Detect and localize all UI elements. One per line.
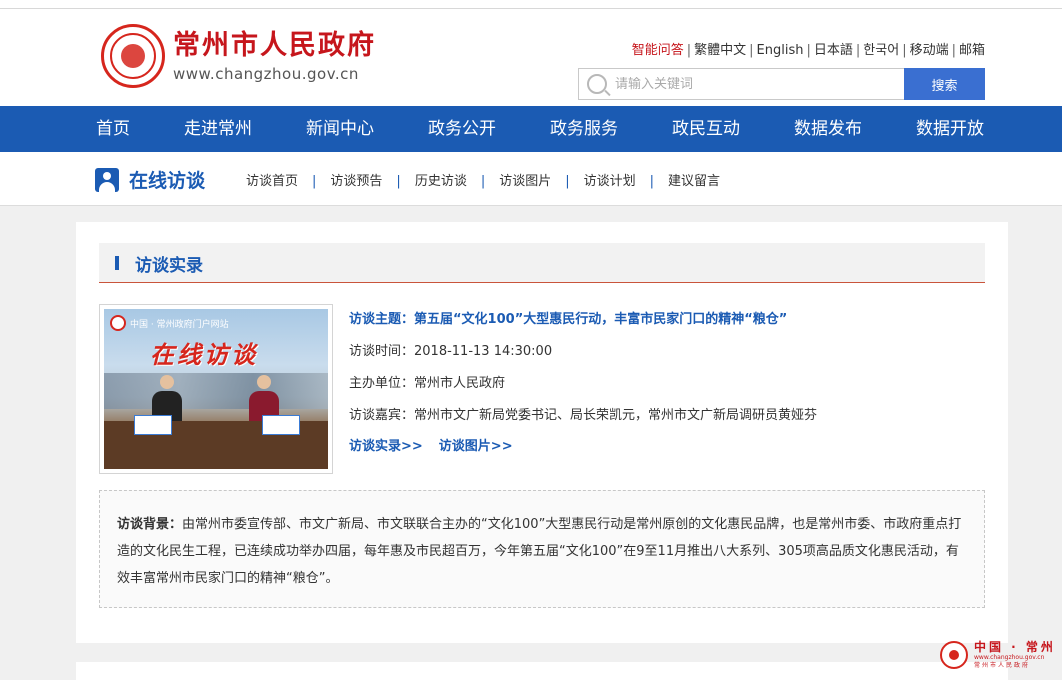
nav-item-gov-services[interactable]: 政务服务 <box>550 106 618 152</box>
divider: | <box>480 174 486 189</box>
corner-logo-subtitle: 常州市人民政府 <box>974 662 1031 669</box>
nav-item-about-changzhou[interactable]: 走进常州 <box>184 106 252 152</box>
nav-item-home[interactable]: 首页 <box>96 106 130 152</box>
subnav-item-interview-home[interactable]: 访谈首页 <box>246 174 298 189</box>
divider: | <box>686 43 692 58</box>
interview-photo: 中国 · 常州政府门户网站 在线访谈 <box>104 309 328 469</box>
section-title: 访谈实录 <box>135 256 203 276</box>
subnav-item-history[interactable]: 历史访谈 <box>415 174 467 189</box>
time-row: 访谈时间：2018-11-13 14:30:00 <box>349 342 817 374</box>
corner-logo-url: www.changzhou.gov.cn <box>974 654 1045 661</box>
site-title: 常州市人民政府 <box>173 29 376 61</box>
corner-logo[interactable]: 中国 · 常州 www.changzhou.gov.cn 常州市人民政府 <box>940 640 1056 670</box>
host-value: 常州市人民政府 <box>414 376 506 391</box>
time-label: 访谈时间： <box>349 344 415 359</box>
guests-row: 访谈嘉宾：常州市文广新局党委书记、局长荣凯元，常州市文广新局调研员黄娅芬 <box>349 406 817 438</box>
divider: | <box>565 174 570 189</box>
topic-row: 访谈主题：第五届“文化100”大型惠民行动，丰富市民家门口的精神“粮仓” <box>349 310 817 342</box>
site-logo[interactable]: 常州市人民政府 www.changzhou.gov.cn <box>101 24 376 88</box>
toplink-mobile[interactable]: 移动端 <box>910 43 949 58</box>
divider: | <box>649 174 655 189</box>
nav-item-gov-affairs[interactable]: 政务公开 <box>428 106 496 152</box>
divider: | <box>951 43 956 58</box>
thumbnail-site-text: 中国 · 常州政府门户网站 <box>130 319 229 330</box>
city-skyline <box>104 373 328 409</box>
next-panel <box>76 662 1008 680</box>
toplink-traditional-chinese[interactable]: 繁體中文 <box>694 43 746 58</box>
toplink-smart-qa[interactable]: 智能问答 <box>632 43 684 58</box>
toplink-english[interactable]: English <box>757 43 804 58</box>
topic-link[interactable]: 第五届“文化100”大型惠民行动，丰富市民家门口的精神“粮仓” <box>414 312 787 327</box>
guests-value: 常州市文广新局党委书记、局长荣凯元，常州市文广新局调研员黄娅芬 <box>414 408 818 423</box>
divider: | <box>312 174 317 189</box>
section-header: 访谈实录 <box>99 243 985 283</box>
interview-links: 访谈实录>> 访谈图片>> <box>349 437 817 469</box>
nav-item-data-release[interactable]: 数据发布 <box>794 106 862 152</box>
toplink-mailbox[interactable]: 邮箱 <box>959 43 985 58</box>
nameplate <box>262 415 300 435</box>
search-icon <box>587 74 607 94</box>
background-text: 由常州市委宣传部、市文广新局、市文联联合主办的“文化100”大型惠民行动是常州原… <box>117 517 962 586</box>
site-url: www.changzhou.gov.cn <box>173 64 359 83</box>
subnav-links: 访谈首页 | 访谈预告 | 历史访谈 | 访谈图片 | 访谈计划 | 建议留言 <box>246 170 720 189</box>
divider: | <box>855 43 861 58</box>
search-input[interactable] <box>615 76 885 92</box>
city-seal-icon <box>940 641 968 669</box>
host-label: 主办单位： <box>349 376 415 391</box>
interview-panel: 访谈实录 中国 · 常州政府门户网站 在线访谈 访谈主题：第五届“文化100”大… <box>76 222 1008 643</box>
interview-thumbnail[interactable]: 中国 · 常州政府门户网站 在线访谈 <box>99 304 333 474</box>
sub-navigation-bar: 在线访谈 访谈首页 | 访谈预告 | 历史访谈 | 访谈图片 | 访谈计划 | 建议留言 <box>0 152 1062 206</box>
top-border <box>0 0 1062 9</box>
toplink-japanese[interactable]: 日本語 <box>814 43 853 58</box>
divider: | <box>806 43 811 58</box>
interview-photos-link[interactable]: 访谈图片>> <box>439 439 513 454</box>
nav-item-news[interactable]: 新闻中心 <box>306 106 374 152</box>
nav-item-interaction[interactable]: 政民互动 <box>672 106 740 152</box>
subnav-item-photos[interactable]: 访谈图片 <box>499 174 551 189</box>
background-label: 访谈背景： <box>117 517 183 532</box>
nav-item-open-data[interactable]: 数据开放 <box>916 106 984 152</box>
divider: | <box>396 174 401 189</box>
nameplate <box>134 415 172 435</box>
subnav-item-feedback[interactable]: 建议留言 <box>668 174 720 189</box>
subnav-item-preview[interactable]: 访谈预告 <box>330 174 382 189</box>
corner-logo-text: 中国 · 常州 www.changzhou.gov.cn 常州市人民政府 <box>974 640 1056 670</box>
interview-record-link[interactable]: 访谈实录>> <box>349 439 423 454</box>
interview-background: 访谈背景：由常州市委宣传部、市文广新局、市文联联合主办的“文化100”大型惠民行… <box>99 490 985 608</box>
search-box <box>578 68 904 100</box>
section-brand[interactable]: 在线访谈 <box>95 166 205 193</box>
user-icon <box>95 167 119 192</box>
divider: | <box>902 43 907 58</box>
city-seal-icon <box>101 24 165 88</box>
thumbnail-site-label: 中国 · 常州政府门户网站 <box>110 315 229 331</box>
site-header: 常州市人民政府 www.changzhou.gov.cn 智能问答 | 繁體中文 | E… <box>0 9 1062 106</box>
corner-logo-title: 中国 · 常州 <box>974 640 1056 654</box>
logo-text: 常州市人民政府 www.changzhou.gov.cn <box>173 29 376 84</box>
guests-label: 访谈嘉宾： <box>349 408 415 423</box>
city-seal-icon <box>110 315 126 331</box>
interview-info: 访谈主题：第五届“文化100”大型惠民行动，丰富市民家门口的精神“粮仓” 访谈时… <box>349 310 817 469</box>
toplink-korean[interactable]: 한국어 <box>863 43 899 58</box>
divider: | <box>749 43 754 58</box>
topic-label: 访谈主题： <box>349 312 415 327</box>
search-button[interactable]: 搜索 <box>904 68 985 100</box>
subnav-item-plan[interactable]: 访谈计划 <box>584 174 636 189</box>
time-value: 2018-11-13 14:30:00 <box>414 344 553 359</box>
section-marker <box>115 256 119 270</box>
thumbnail-banner: 在线访谈 <box>150 341 258 369</box>
section-brand-title: 在线访谈 <box>129 170 206 192</box>
search-bar: 搜索 <box>578 68 985 100</box>
host-row: 主办单位：常州市人民政府 <box>349 374 817 406</box>
main-nav: 首页 走进常州 新闻中心 政务公开 政务服务 政民互动 数据发布 数据开放 <box>0 106 1062 152</box>
top-links: 智能问答 | 繁體中文 | English | 日本語 | 한국어 | 移动端 | 邮箱 <box>632 39 985 58</box>
